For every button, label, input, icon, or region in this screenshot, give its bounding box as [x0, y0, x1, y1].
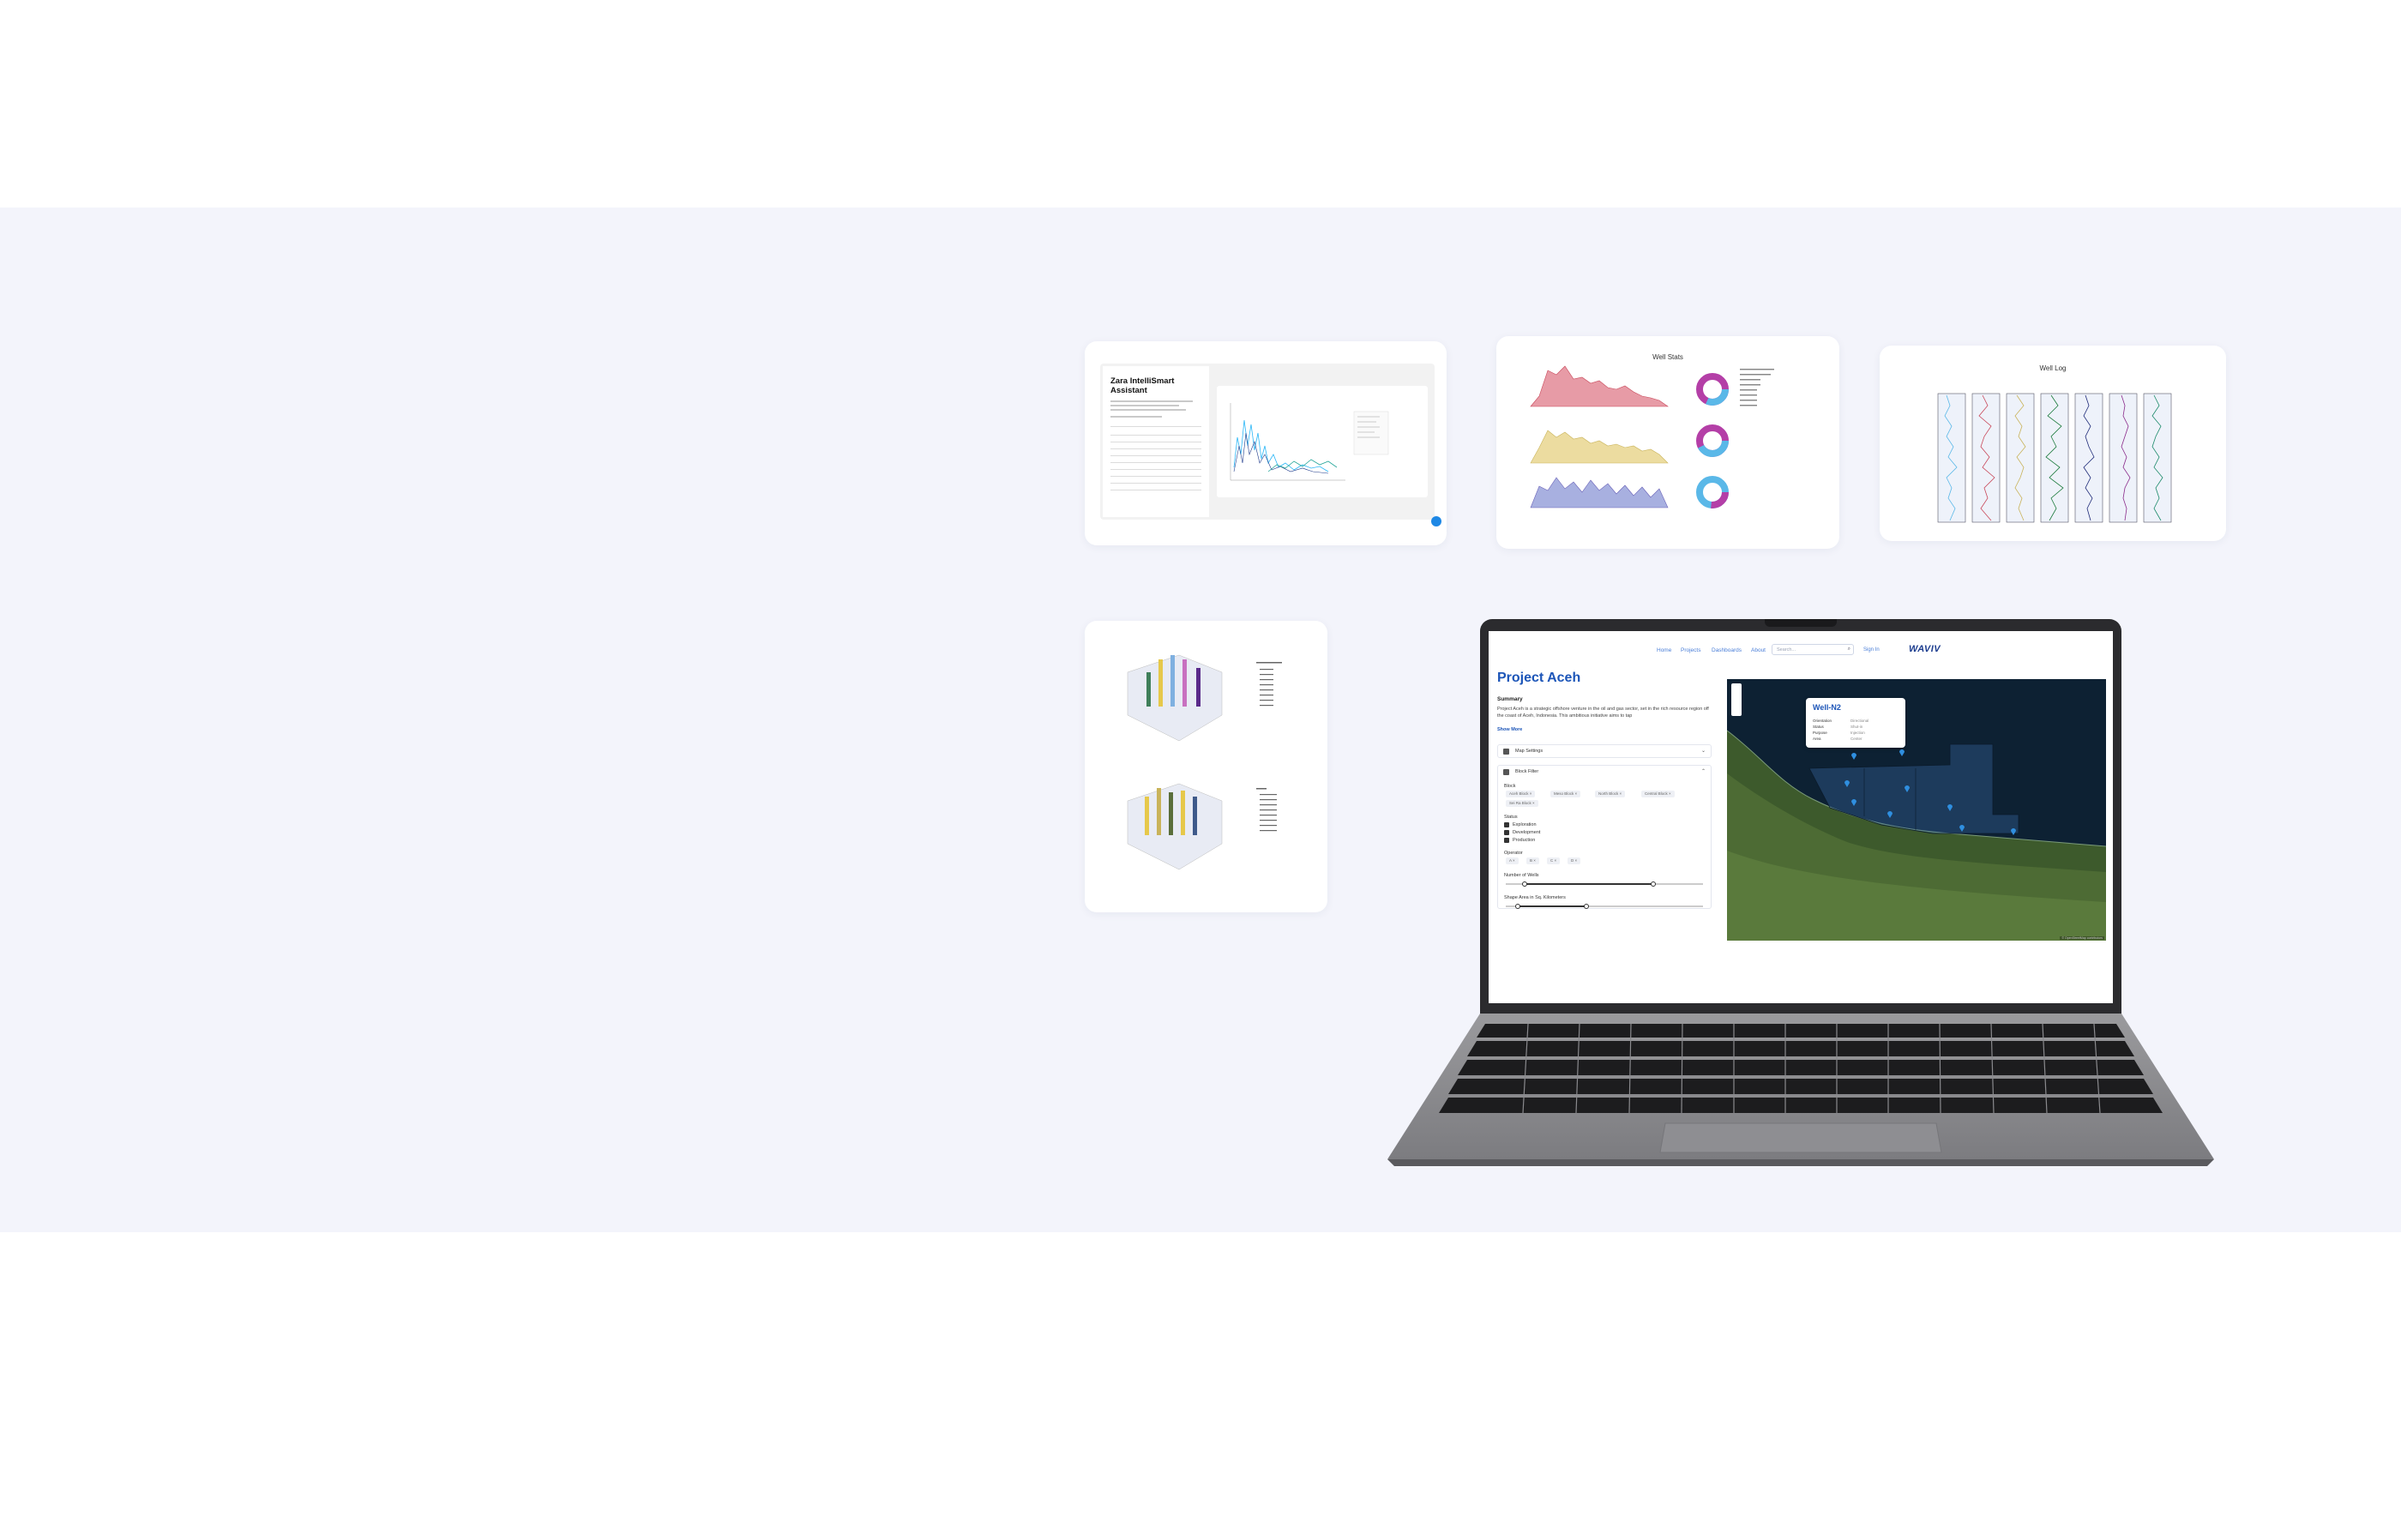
- satellite-map[interactable]: Well-N2 Orientation Directional Status S…: [1727, 679, 2106, 941]
- area-slider-handle[interactable]: [1584, 904, 1589, 909]
- assistant-preview-card: Zara IntelliSmart Assistant: [1085, 341, 1447, 545]
- popup-value: Shut-in: [1850, 725, 1863, 729]
- show-more-link[interactable]: Show More: [1497, 727, 1522, 732]
- laptop-mockup: Home Projects Dashboards About Search...…: [1382, 619, 2219, 1176]
- block-label: Block: [1504, 784, 1516, 789]
- map-terrain: [1727, 730, 2106, 941]
- area-slider-handle[interactable]: [1515, 904, 1520, 909]
- assistant-window: Zara IntelliSmart Assistant: [1100, 364, 1441, 526]
- popup-value: Directional: [1850, 719, 1869, 723]
- assistant-chart-panel: [1217, 386, 1428, 497]
- popup-value: Injection: [1850, 731, 1865, 735]
- laptop-keyboard-base: [1387, 1014, 2214, 1166]
- well-marker-icon[interactable]: [1850, 751, 1857, 760]
- block-chip[interactable]: North Block ×: [1595, 791, 1626, 797]
- summary-text: Project Aceh is a strategic offshore ven…: [1497, 707, 1709, 719]
- well-marker-icon[interactable]: [2010, 827, 2017, 835]
- sign-in-link[interactable]: Sign In: [1863, 647, 1880, 653]
- well-log-card: Well Log: [1880, 346, 2226, 541]
- summary-heading: Summary: [1497, 696, 1523, 702]
- search-input[interactable]: Search... ⌕: [1772, 644, 1854, 655]
- wells-slider-fill: [1525, 883, 1653, 885]
- filter-icon: [1503, 769, 1509, 775]
- popup-key: Area: [1813, 737, 1821, 741]
- app-navbar: Home Projects Dashboards About Search...…: [1489, 631, 2113, 669]
- operator-label: Operator: [1504, 851, 1523, 856]
- block-chip[interactable]: Meso Block ×: [1550, 791, 1581, 797]
- status-option: Exploration: [1513, 822, 1537, 827]
- status-checkbox[interactable]: [1504, 838, 1509, 843]
- block-chip[interactable]: Aceh Block ×: [1506, 791, 1536, 797]
- map-settings-label: Map Settings: [1515, 749, 1544, 754]
- nav-link-home[interactable]: Home: [1657, 647, 1671, 653]
- search-icon: ⌕: [1847, 647, 1850, 652]
- laptop-notch: [1765, 619, 1837, 627]
- page-title: Project Aceh: [1497, 671, 1581, 685]
- map-settings-accordion[interactable]: Map Settings ⌄: [1497, 744, 1712, 758]
- chevron-down-icon: ⌄: [1700, 749, 1706, 754]
- chevron-up-icon[interactable]: ⌃: [1701, 768, 1706, 774]
- block-chip[interactable]: Sei Ra Block ×: [1506, 800, 1538, 807]
- well-popup: Well-N2 Orientation Directional Status S…: [1806, 698, 1905, 748]
- popup-key: Orientation: [1813, 719, 1832, 723]
- well-marker-icon[interactable]: [1844, 779, 1850, 787]
- status-label: Status: [1504, 815, 1518, 820]
- block-filter-panel: Block Filter ⌃: [1497, 765, 1712, 909]
- well-marker-icon[interactable]: [1886, 809, 1893, 818]
- status-checkbox[interactable]: [1504, 822, 1509, 827]
- settings-icon: [1503, 749, 1509, 755]
- well-marker-icon[interactable]: [1904, 784, 1911, 792]
- area-chart-purple: [1530, 477, 1669, 508]
- assistant-title: Zara IntelliSmart Assistant: [1110, 376, 1175, 395]
- well-marker-icon[interactable]: [1947, 803, 1953, 811]
- 3d-chart-top: [1127, 654, 1223, 742]
- shape-area-label: Shape Area in Sq. Kilometers: [1504, 895, 1566, 900]
- area-slider-fill: [1518, 905, 1586, 907]
- status-option: Production: [1513, 838, 1536, 843]
- operator-chip[interactable]: A ×: [1506, 857, 1519, 864]
- brand-logo: WAVIV: [1909, 644, 1941, 654]
- status-option: Development: [1513, 830, 1541, 835]
- 3d-chart-bottom: [1127, 783, 1223, 870]
- wells-slider-handle[interactable]: [1651, 881, 1656, 887]
- well-stats-card: Well Stats: [1496, 336, 1839, 549]
- well-marker-icon[interactable]: [1959, 823, 1965, 832]
- zoom-controls[interactable]: [1731, 683, 1742, 716]
- popup-value: Center: [1850, 737, 1862, 741]
- block-chip[interactable]: Central Block ×: [1641, 791, 1675, 797]
- wells-label: Number of Wells: [1504, 873, 1539, 878]
- well-stats-charts: [1530, 365, 1774, 508]
- well-log-tracks: [1937, 393, 2172, 523]
- popup-key: Status: [1813, 725, 1824, 729]
- assistant-sidebar: Zara IntelliSmart Assistant: [1103, 366, 1209, 517]
- project-panel: Project Aceh Summary Project Aceh is a s…: [1489, 669, 1718, 926]
- well-marker-icon[interactable]: [1899, 748, 1905, 756]
- map-attribution: © OpenStreetMap contributors: [2060, 936, 2104, 940]
- popup-title: Well-N2: [1813, 703, 1841, 712]
- area-chart-red: [1530, 365, 1669, 407]
- operator-chip[interactable]: D ×: [1568, 857, 1581, 864]
- operator-chip[interactable]: B ×: [1526, 857, 1539, 864]
- popup-key: Purpose: [1813, 731, 1827, 735]
- status-checkbox[interactable]: [1504, 830, 1509, 835]
- nav-link-about[interactable]: About: [1751, 647, 1766, 653]
- assistant-line-chart: [1230, 403, 1389, 481]
- laptop-screen: Home Projects Dashboards About Search...…: [1489, 631, 2113, 1003]
- wells-slider-handle[interactable]: [1522, 881, 1527, 887]
- well-marker-icon[interactable]: [1850, 797, 1857, 806]
- 3d-charts-card: [1085, 621, 1327, 912]
- operator-chip[interactable]: C ×: [1547, 857, 1561, 864]
- block-filter-label: Block Filter: [1515, 769, 1539, 774]
- nav-link-dashboards[interactable]: Dashboards: [1712, 647, 1742, 653]
- assistant-chat-icon: [1431, 516, 1441, 526]
- nav-link-projects[interactable]: Projects: [1681, 647, 1700, 653]
- area-chart-yellow: [1530, 430, 1669, 464]
- 3d-well-charts: [1127, 654, 1282, 870]
